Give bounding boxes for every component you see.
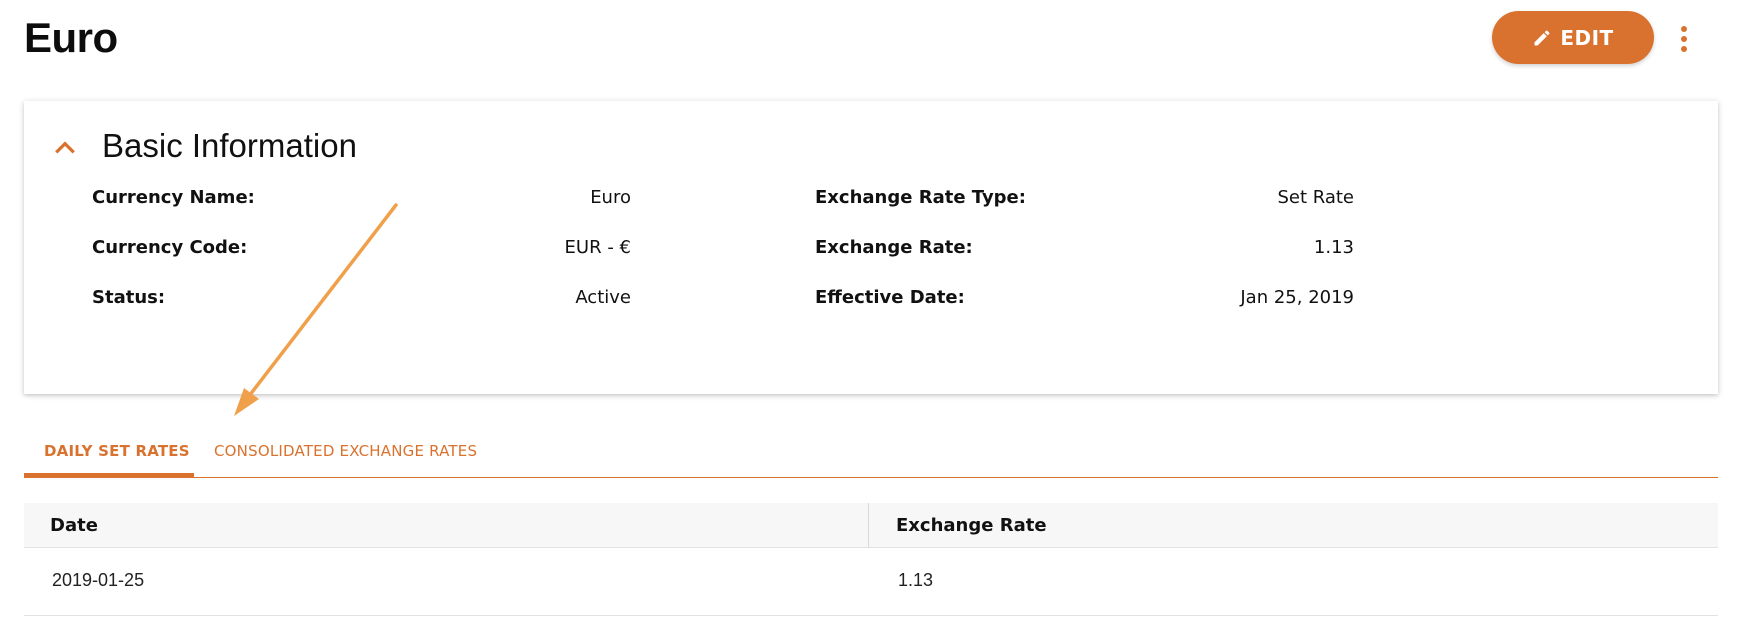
- column-header-exchange-rate[interactable]: Exchange Rate: [896, 515, 1047, 536]
- exchange-rate-type-label: Exchange Rate Type:: [815, 187, 1026, 208]
- table-row[interactable]: 2019-01-25 1.13: [24, 548, 1718, 616]
- exchange-rate-value: 1.13: [1313, 237, 1354, 258]
- column-divider[interactable]: [868, 503, 869, 548]
- chevron-up-icon[interactable]: [52, 135, 78, 161]
- edit-button-label: EDIT: [1560, 25, 1614, 50]
- tab-daily-set-rates[interactable]: DAILY SET RATES: [44, 442, 190, 460]
- currency-name-label: Currency Name:: [92, 187, 255, 208]
- table-header: Date Exchange Rate: [24, 503, 1718, 548]
- tab-bar: DAILY SET RATES CONSOLIDATED EXCHANGE RA…: [24, 430, 1718, 478]
- card-title: Basic Information: [102, 127, 357, 164]
- cell-date: 2019-01-25: [52, 570, 145, 590]
- currency-code-label: Currency Code:: [92, 237, 248, 258]
- active-tab-indicator: [24, 473, 194, 477]
- exchange-rate-type-value: Set Rate: [1277, 187, 1354, 208]
- status-value: Active: [575, 287, 631, 308]
- pencil-icon: [1534, 29, 1550, 45]
- tab-consolidated-exchange-rates[interactable]: CONSOLIDATED EXCHANGE RATES: [214, 442, 477, 460]
- cell-exchange-rate: 1.13: [898, 570, 934, 590]
- effective-date-value: Jan 25, 2019: [1240, 287, 1354, 308]
- status-label: Status:: [92, 287, 166, 308]
- currency-code-value: EUR - €: [564, 237, 631, 258]
- page-title: Euro: [24, 14, 118, 61]
- currency-name-value: Euro: [590, 187, 631, 208]
- more-vert-icon[interactable]: [1674, 24, 1694, 54]
- exchange-rate-label: Exchange Rate:: [815, 237, 973, 258]
- column-header-date[interactable]: Date: [50, 515, 98, 536]
- effective-date-label: Effective Date:: [815, 287, 965, 308]
- basic-information-card: Basic Information Currency Name: Euro Cu…: [24, 101, 1718, 394]
- edit-button[interactable]: EDIT: [1492, 11, 1654, 64]
